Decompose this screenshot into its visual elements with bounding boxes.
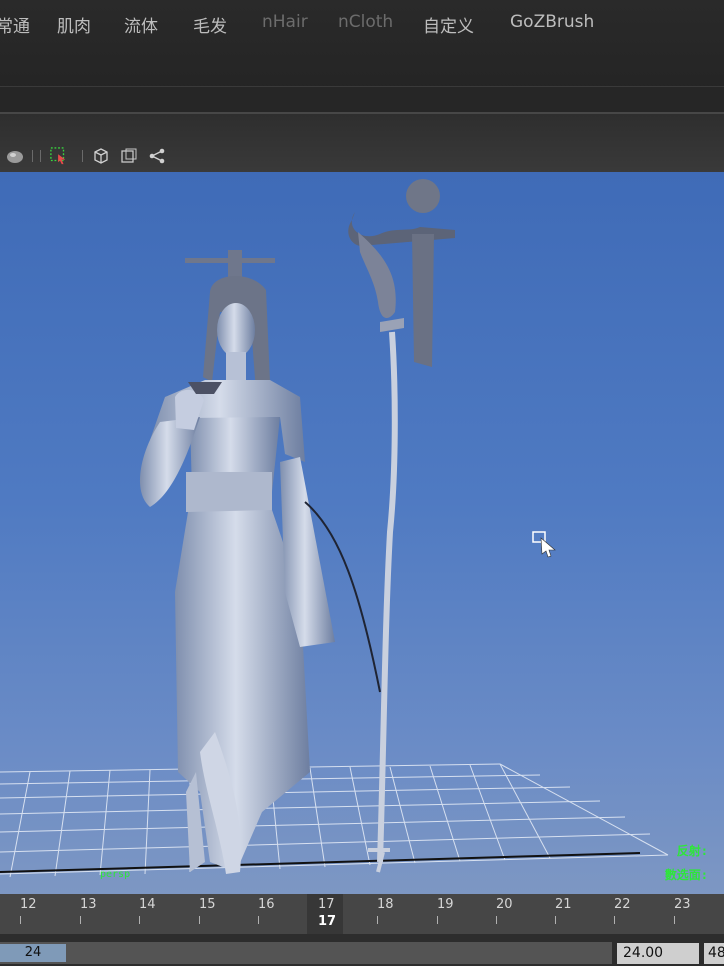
tab-gozbrush[interactable]: GoZBrush — [510, 12, 594, 32]
render-sphere-icon[interactable] — [6, 147, 24, 165]
timeline-tick-label: 22 — [614, 897, 631, 912]
animation-end-field[interactable]: 48 — [704, 943, 724, 964]
timeline-tick-label: 15 — [199, 897, 216, 912]
timeline-tick — [258, 916, 259, 924]
timeline-tick — [674, 916, 675, 924]
tab-fur[interactable]: 毛发 — [193, 12, 227, 37]
time-slider[interactable]: 12 13 14 15 16 17 18 19 20 21 22 23 17 — [0, 894, 724, 934]
tab-general[interactable]: 常通 — [0, 12, 30, 37]
shelf-tab-bar: 常通 肌肉 流体 毛发 nHair nCloth 自定义 GoZBrush — [0, 0, 724, 113]
timeline-tick — [614, 916, 615, 924]
timeline-tick — [199, 916, 200, 924]
timeline-tick — [555, 916, 556, 924]
timeline-tick-label: 18 — [377, 897, 394, 912]
current-frame-label: 17 — [318, 914, 337, 929]
timeline-tick-label: 14 — [139, 897, 156, 912]
character-model — [139, 250, 381, 874]
tab-custom[interactable]: 自定义 — [423, 12, 474, 37]
playback-end-field[interactable]: 24.00 — [617, 943, 699, 964]
viewport-toolbar — [0, 112, 724, 174]
shelf-area — [0, 86, 724, 113]
toolbar-separator — [32, 150, 33, 162]
graph-icon[interactable] — [148, 147, 166, 165]
timeline-tick — [20, 916, 21, 924]
range-slider[interactable] — [0, 942, 612, 964]
timeline-tick — [139, 916, 140, 924]
ground-grid — [0, 763, 669, 878]
tab-muscle[interactable]: 肌肉 — [57, 12, 91, 37]
timeline-tick-label: 20 — [496, 897, 513, 912]
isolate-icon[interactable] — [120, 147, 138, 165]
hud-reflection-label: 反射: — [676, 844, 708, 858]
toolbar-separator — [82, 150, 83, 162]
hud-selected-faces-label: 數选面: — [664, 868, 708, 882]
cursor-icon — [532, 531, 556, 558]
timeline-tick-label: 23 — [674, 897, 691, 912]
camera-name-label: persp — [100, 869, 131, 880]
staff-model — [348, 179, 455, 873]
wireframe-cube-icon[interactable] — [92, 147, 110, 165]
timeline-tick-label: 13 — [80, 897, 97, 912]
timeline-tick-label: 19 — [437, 897, 454, 912]
timeline-tick — [80, 916, 81, 924]
select-tool-icon[interactable] — [50, 147, 68, 165]
timeline-tick-label: 16 — [258, 897, 275, 912]
timeline-tick — [377, 916, 378, 924]
grid-axis — [0, 852, 641, 873]
tab-fluids[interactable]: 流体 — [124, 12, 158, 37]
timeline-tick — [496, 916, 497, 924]
range-end-field[interactable]: 24 — [0, 944, 66, 962]
tab-nhair[interactable]: nHair — [262, 12, 308, 32]
timeline-tick-label: 12 — [20, 897, 37, 912]
tab-ncloth[interactable]: nCloth — [338, 12, 393, 32]
timeline-tick — [437, 916, 438, 924]
perspective-viewport[interactable]: persp 反射: 數选面: — [0, 172, 724, 894]
timeline-tick-label: 17 — [318, 897, 335, 912]
timeline-tick-label: 21 — [555, 897, 572, 912]
toolbar-separator — [40, 150, 41, 162]
